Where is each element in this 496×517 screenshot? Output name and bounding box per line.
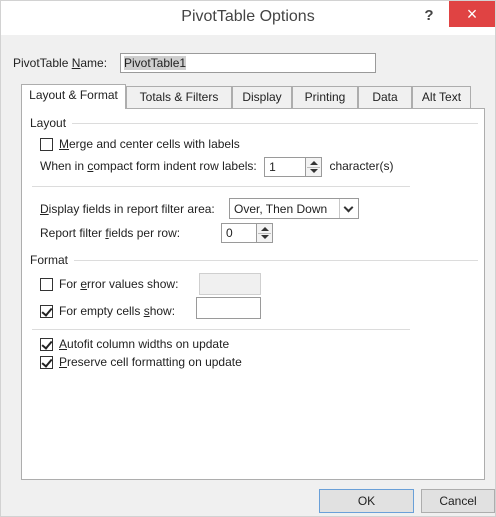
report-filter-fields-control: 0 [221, 223, 273, 243]
error-values-label: For error values show: [59, 277, 179, 291]
compact-indent-label: When in compact form indent row labels: [40, 159, 257, 174]
help-button[interactable]: ? [414, 5, 444, 27]
format-section-header: Format [30, 253, 478, 267]
pivottable-name-value: PivotTable1 [124, 56, 187, 70]
tab-printing[interactable]: Printing [292, 86, 358, 108]
tab-alt-text[interactable]: Alt Text [412, 86, 471, 108]
cancel-button[interactable]: Cancel [421, 489, 495, 513]
report-filter-fields-label: Report filter fields per row: [40, 226, 181, 240]
close-button[interactable]: × [449, 1, 495, 27]
display-fields-label: Display fields in report filter area: [40, 202, 215, 216]
title-bar[interactable]: PivotTable Options ? × [1, 1, 495, 35]
autofit-checkbox[interactable] [40, 338, 53, 352]
report-filter-fields-input[interactable]: 0 [221, 223, 257, 243]
error-values-checkbox[interactable] [40, 278, 53, 292]
empty-cells-label: For empty cells show: [59, 304, 176, 318]
ok-button[interactable]: OK [319, 489, 414, 513]
merge-center-label: erge and center cells with labels [69, 137, 240, 151]
tab-display[interactable]: Display [232, 86, 292, 108]
indent-spinner[interactable] [305, 157, 323, 177]
tab-layout-format[interactable]: Layout & Format [21, 84, 126, 109]
display-fields-select[interactable]: Over, Then Down [229, 198, 359, 219]
layout-section-header: Layout [30, 116, 478, 130]
chevron-down-icon[interactable] [339, 199, 358, 218]
pivottable-name-input[interactable]: PivotTable1 [120, 53, 376, 73]
empty-cells-input[interactable] [196, 297, 261, 319]
tab-totals-filters[interactable]: Totals & Filters [126, 86, 232, 108]
empty-cells-checkbox[interactable] [40, 305, 53, 319]
merge-center-checkbox[interactable] [40, 138, 53, 152]
indent-input[interactable]: 1 [264, 157, 307, 177]
autofit-label: utofit column widths on update [67, 337, 230, 351]
divider [32, 329, 410, 330]
display-fields-value: Over, Then Down [234, 202, 328, 216]
error-values-row[interactable]: For error values show: [40, 277, 179, 292]
preserve-formatting-checkbox[interactable] [40, 356, 53, 370]
tab-data[interactable]: Data [358, 86, 412, 108]
report-filter-fields-spinner[interactable] [256, 223, 273, 243]
pivottable-name-label: PivotTable Name: [13, 56, 108, 70]
compact-indent-row: When in compact form indent row labels: … [40, 157, 393, 177]
layout-format-panel: Layout Merge and center cells with label… [21, 108, 485, 480]
divider [32, 186, 410, 187]
pivottable-options-dialog: PivotTable Options ? × PivotTable Name: … [0, 0, 496, 517]
error-values-input[interactable] [199, 273, 261, 295]
merge-center-row[interactable]: Merge and center cells with labels [40, 137, 240, 152]
indent-unit-label: character(s) [329, 159, 394, 174]
autofit-row[interactable]: Autofit column widths on update [40, 337, 230, 352]
preserve-formatting-label: reserve cell formatting on update [67, 355, 242, 369]
empty-cells-row[interactable]: For empty cells show: [40, 304, 176, 319]
preserve-formatting-row[interactable]: Preserve cell formatting on update [40, 355, 242, 370]
